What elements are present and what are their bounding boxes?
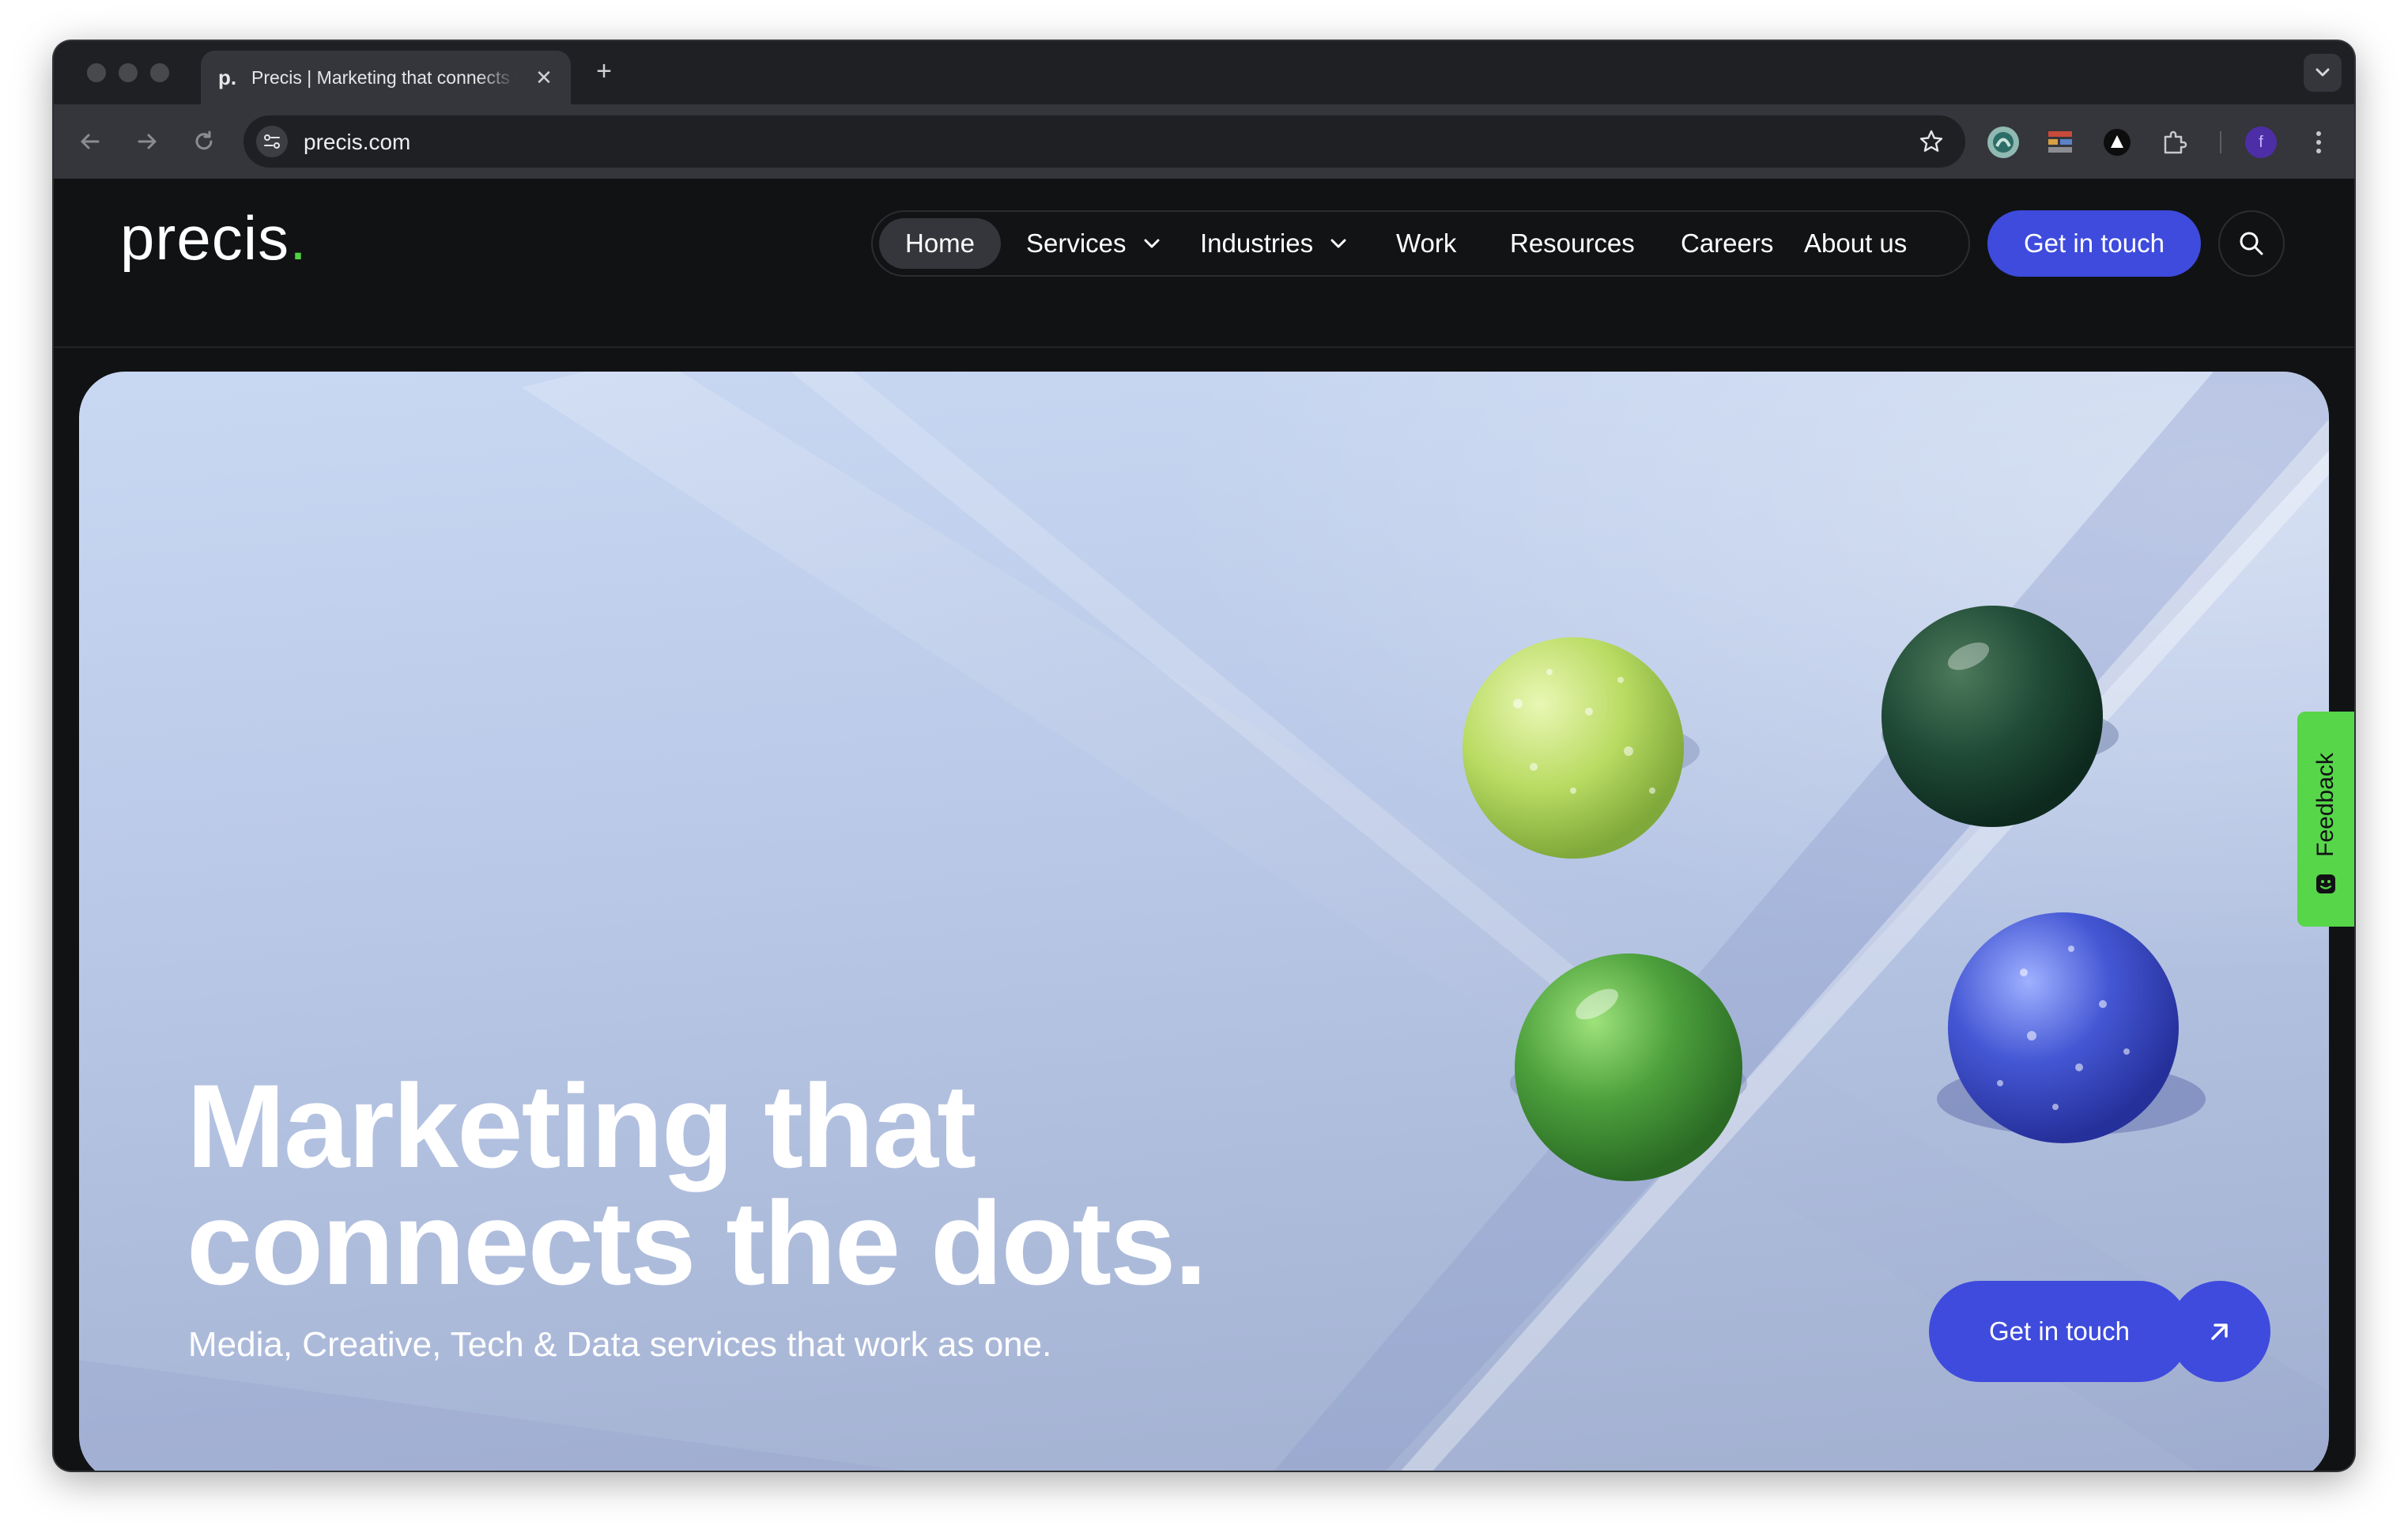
nav-industries-label: Industries (1200, 228, 1314, 258)
reload-icon (195, 130, 213, 150)
chevron-down-icon (1144, 239, 1160, 248)
nav-careers[interactable]: Careers (1681, 212, 1773, 275)
extension-2[interactable] (2043, 125, 2078, 160)
site-search-button[interactable] (2218, 210, 2285, 277)
tab-favicon-icon: p. (218, 66, 237, 89)
address-bar[interactable]: precis.com (243, 115, 1965, 168)
chevron-down-icon (1330, 239, 1346, 248)
browser-toolbar: precis.com f (54, 104, 2354, 179)
reload-button[interactable] (187, 124, 221, 159)
extension-circle-icon (1987, 127, 2019, 158)
close-window-dot[interactable] (87, 63, 106, 82)
extension-3[interactable] (2100, 125, 2134, 160)
nav-home[interactable]: Home (879, 218, 1001, 269)
smiley-icon (2316, 874, 2335, 893)
toolbar-divider (2220, 131, 2221, 153)
hero-cta-label[interactable]: Get in touch (1929, 1281, 2190, 1382)
hero-cta-arrow[interactable] (2169, 1281, 2270, 1382)
bookmark-button[interactable] (1916, 127, 1946, 157)
site-settings-icon (264, 134, 280, 149)
zoom-window-dot[interactable] (150, 63, 169, 82)
forward-arrow-icon (138, 134, 157, 149)
forward-button[interactable] (130, 124, 164, 159)
precis-logo[interactable]: precis. (120, 202, 308, 274)
tab-close-icon[interactable]: ✕ (531, 65, 557, 90)
nav-about-us[interactable]: About us (1804, 212, 1907, 275)
extensions-button[interactable] (2157, 125, 2191, 160)
active-tab[interactable]: p. Precis | Marketing that connects the … (201, 51, 571, 104)
hero-section: Marketing that connects the dots. Media,… (79, 372, 2329, 1471)
nav-resources[interactable]: Resources (1510, 212, 1635, 275)
extension-triangle-icon (2104, 129, 2131, 156)
nav-industries[interactable]: Industries (1200, 212, 1347, 275)
tab-search-button[interactable] (2304, 54, 2342, 92)
nav-services[interactable]: Services (1026, 212, 1161, 275)
main-navigation: Home Services Industries Work Resources … (871, 210, 1970, 277)
hero-title: Marketing that connects the dots. (187, 1059, 1207, 1309)
nav-work[interactable]: Work (1396, 212, 1456, 275)
extensions-puzzle-icon (2164, 130, 2187, 154)
hero-get-in-touch-button[interactable]: Get in touch (1929, 1281, 2270, 1382)
get-in-touch-button[interactable]: Get in touch (1987, 210, 2201, 277)
logo-dot: . (289, 203, 308, 273)
url-text[interactable]: precis.com (304, 130, 410, 155)
header-divider (54, 346, 2354, 348)
chevron-down-icon (2316, 68, 2330, 77)
site-settings-button[interactable] (256, 126, 288, 157)
hero-title-line-1: Marketing that (187, 1059, 976, 1192)
back-button[interactable] (73, 124, 108, 159)
browser-window: p. Precis | Marketing that connects the … (54, 41, 2354, 1471)
logo-text: precis (120, 203, 290, 273)
back-arrow-icon (81, 134, 100, 149)
extension-grid-icon (2048, 131, 2072, 153)
feedback-label: Feedback (2312, 753, 2338, 857)
new-tab-button[interactable]: + (588, 55, 620, 87)
minimize-window-dot[interactable] (119, 63, 138, 82)
bookmark-star-icon (1919, 130, 1943, 152)
search-icon (2240, 232, 2263, 255)
arrow-up-right-icon (2211, 1324, 2228, 1340)
feedback-tab[interactable]: Feedback (2297, 712, 2354, 927)
web-page: precis. Home Services Industries Work Re… (54, 179, 2354, 1471)
tab-title: Precis | Marketing that connects the dot… (251, 66, 517, 88)
nav-services-label: Services (1026, 228, 1127, 258)
hero-title-line-2: connects the dots. (187, 1176, 1207, 1309)
extension-1[interactable] (1986, 125, 2021, 160)
tab-strip: p. Precis | Marketing that connects the … (54, 41, 2354, 104)
profile-avatar[interactable]: f (2245, 127, 2277, 158)
hero-subtitle: Media, Creative, Tech & Data services th… (188, 1325, 1052, 1364)
browser-menu-button[interactable] (2307, 125, 2331, 160)
